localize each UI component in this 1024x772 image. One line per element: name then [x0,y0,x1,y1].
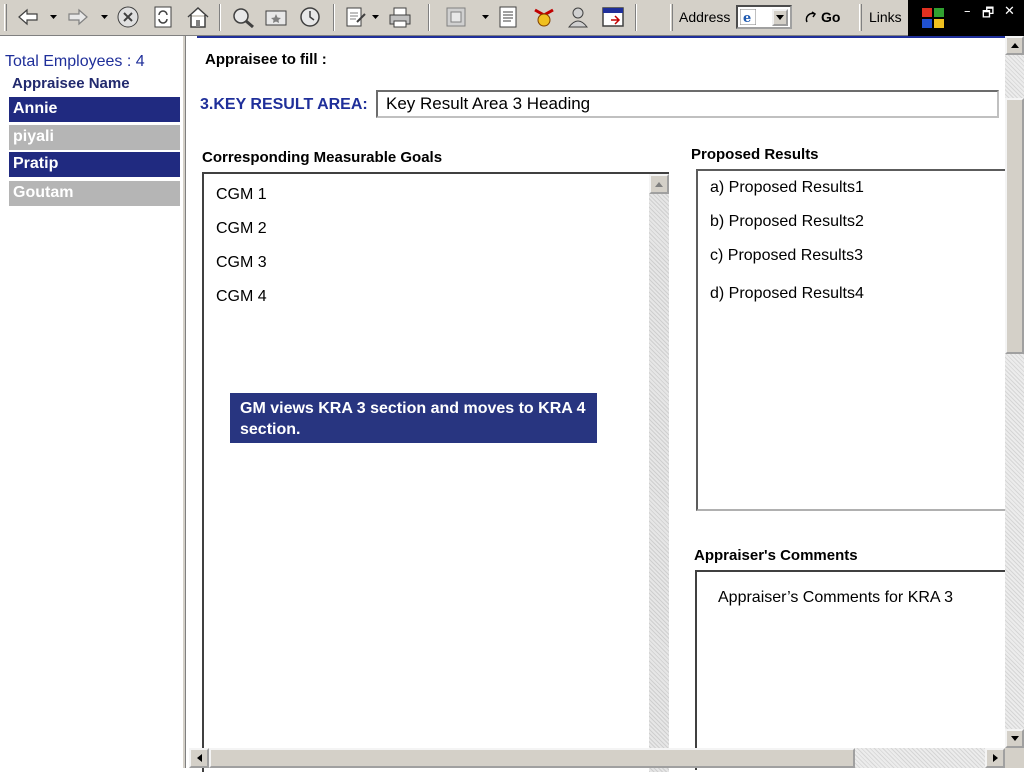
goal-item: CGM 3 [216,254,267,271]
history-icon[interactable] [298,5,322,29]
appraiser-comments-textarea[interactable]: Appraiser’s Comments for KRA 3 [695,570,1006,770]
browser-toolbar: Address e Go Links – 🗗 ✕ [0,0,1024,36]
proposed-result-item: c) Proposed Results3 [710,247,863,264]
contacts-icon[interactable] [566,5,590,29]
address-label: Address [679,9,731,25]
forward-dropdown-icon[interactable] [99,5,109,29]
toolbar-separator [219,4,221,31]
favorites-icon[interactable] [264,5,288,29]
home-icon[interactable] [186,5,210,29]
employee-item-goutam[interactable]: Goutam [9,181,180,206]
scroll-up-button[interactable] [1005,36,1024,55]
window-icon[interactable] [601,5,625,29]
appraisee-fill-label: Appraisee to fill : [205,51,327,68]
stop-icon[interactable] [116,5,140,29]
print-icon[interactable] [388,5,412,29]
edit-dropdown-icon[interactable] [370,5,380,29]
restore-button[interactable]: 🗗 [982,4,994,26]
horizontal-scroll-thumb[interactable] [209,748,855,768]
chevron-down-icon [1010,736,1019,741]
goal-item: CGM 4 [216,288,267,305]
messenger-icon[interactable] [532,5,556,29]
page-icon[interactable] [496,5,520,29]
proposed-result-item: d) Proposed Results4 [710,285,864,302]
measurable-goals-heading: Corresponding Measurable Goals [202,149,443,166]
chevron-up-icon [1010,43,1019,48]
go-arrow-icon [805,11,817,23]
back-dropdown-icon[interactable] [48,5,58,29]
vertical-scroll-thumb[interactable] [1005,98,1024,354]
header-rule [197,36,1005,38]
scroll-up-button[interactable] [649,174,669,194]
go-button[interactable]: Go [804,6,840,28]
callout-note: GM views KRA 3 section and moves to KRA … [230,393,597,443]
toolbar-separator [635,4,637,31]
scroll-left-button[interactable] [189,748,209,768]
minimize-button[interactable]: – [964,4,971,19]
close-button[interactable]: ✕ [1004,4,1015,19]
toolbar-grip[interactable] [4,4,7,31]
edit-icon[interactable] [344,5,368,29]
links-grip[interactable] [859,4,862,31]
scroll-right-button[interactable] [985,748,1005,768]
proposed-result-item: a) Proposed Results1 [710,179,864,196]
chevron-up-icon [655,181,663,187]
ie-page-icon: e [740,9,756,25]
address-grip[interactable] [670,4,673,31]
appraisal-form: Appraisee to fill : 3.KEY RESULT AREA: K… [189,36,1024,772]
links-button[interactable]: Links [869,9,902,25]
page-horizontal-scrollbar[interactable] [189,748,1005,768]
forward-icon[interactable] [66,5,90,29]
toolbar-separator [428,4,430,31]
search-icon[interactable] [231,5,255,29]
employee-sidebar: Total Employees : 4 Appraisee Name Annie… [0,36,186,768]
svg-text:e: e [743,11,751,25]
proposed-results-textarea[interactable]: a) Proposed Results1 b) Proposed Results… [696,169,1006,511]
refresh-icon[interactable] [151,5,175,29]
toolbar-separator [333,4,335,31]
address-dropdown-button[interactable] [772,9,788,26]
appraisee-name-heading: Appraisee Name [12,75,130,92]
proposed-result-item: b) Proposed Results2 [710,213,864,230]
employee-item-annie[interactable]: Annie [9,97,180,122]
kra-heading-field[interactable]: Key Result Area 3 Heading [376,90,999,118]
appraiser-comments-heading: Appraiser's Comments [694,547,858,564]
discuss-dropdown-icon[interactable] [480,5,490,29]
goal-item: CGM 2 [216,220,267,237]
appraiser-comments-text: Appraiser’s Comments for KRA 3 [718,589,954,606]
goal-item: CGM 1 [216,186,267,203]
total-employees: Total Employees : 4 [5,53,145,70]
windows-logo-icon [922,8,944,28]
go-label: Go [821,9,841,25]
back-icon[interactable] [16,5,40,29]
proposed-results-heading: Proposed Results [691,146,819,163]
scroll-down-button[interactable] [1005,729,1024,748]
employee-item-pratip[interactable]: Pratip [9,152,180,177]
page-vertical-scrollbar[interactable] [1005,36,1024,748]
employee-item-piyali[interactable]: piyali [9,125,180,150]
scrollbar-corner [1005,748,1024,768]
chevron-left-icon [196,754,202,762]
goals-scrollbar[interactable] [649,174,669,772]
kra-label: 3.KEY RESULT AREA: [200,96,368,113]
window-controls: – 🗗 ✕ [908,0,1024,36]
measurable-goals-textarea[interactable]: CGM 1 CGM 2 CGM 3 CGM 4 [202,172,669,772]
address-field[interactable]: e [736,5,792,29]
discuss-icon[interactable] [444,5,468,29]
chevron-right-icon [992,754,998,762]
